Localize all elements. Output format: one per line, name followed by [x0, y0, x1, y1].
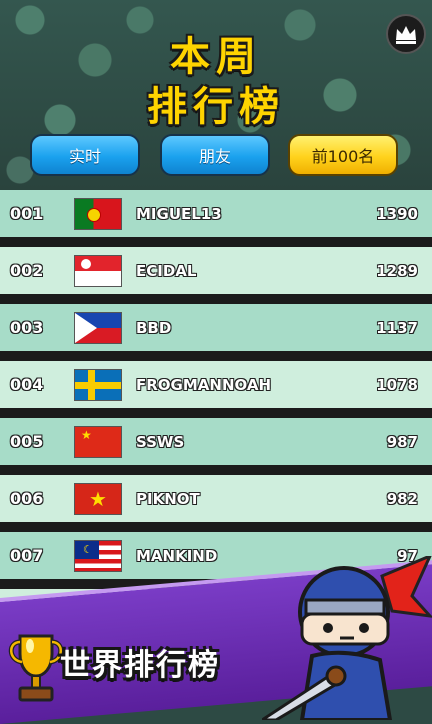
flag-vietnam-icon: ★: [74, 482, 122, 515]
player-score: 982: [386, 489, 418, 508]
player-name: SSWS: [136, 432, 185, 451]
player-name: FROGMANNOAH: [136, 375, 272, 394]
player-name: PIKNOT: [136, 489, 200, 508]
rank-number: 003: [10, 318, 44, 337]
player-score: 1078: [376, 375, 418, 394]
crown-button[interactable]: [386, 14, 426, 54]
player-score: 1137: [376, 318, 418, 337]
tab-realtime-label: 实时: [68, 147, 101, 166]
tab-top100-label: 前100名: [311, 147, 375, 166]
flag-portugal-icon: [74, 197, 122, 230]
leaderboard-row[interactable]: 005 ★ SSWS 987: [0, 418, 432, 470]
tab-realtime[interactable]: 实时: [30, 134, 140, 176]
player-score: 1390: [376, 204, 418, 223]
player-name: MIGUEL13: [136, 204, 222, 223]
banner-title: 世界排行榜: [60, 648, 220, 683]
tab-friends-label: 朋友: [198, 147, 231, 166]
rank-number: 004: [10, 375, 44, 394]
rank-number: 006: [10, 489, 44, 508]
crown-icon: [396, 26, 416, 44]
leaderboard-row[interactable]: 004 FROGMANNOAH 1078: [0, 361, 432, 413]
player-score: 1289: [376, 261, 418, 280]
rank-number: 007: [10, 546, 44, 565]
leaderboard-row[interactable]: 006 ★ PIKNOT 982: [0, 475, 432, 527]
header-background: 本周 排行榜 实时 朋友 前100名: [0, 0, 432, 190]
player-name: BBD: [136, 318, 172, 337]
page-title-line2: 排行榜: [147, 84, 285, 130]
tab-top100[interactable]: 前100名: [288, 134, 398, 176]
ninja-mascot-icon: [262, 556, 432, 720]
trophy-icon: [8, 634, 64, 702]
leaderboard-row[interactable]: 003 BBD 1137: [0, 304, 432, 356]
player-name: ECIDAL: [136, 261, 197, 280]
rank-number: 002: [10, 261, 44, 280]
flag-philippines-icon: [74, 311, 122, 344]
rank-number: 001: [10, 204, 44, 223]
flag-sweden-icon: [74, 368, 122, 401]
leaderboard-row[interactable]: 002 ECIDAL 1289: [0, 247, 432, 299]
flag-singapore-icon: [74, 254, 122, 287]
tab-friends[interactable]: 朋友: [160, 134, 270, 176]
flag-malaysia-icon: ☾: [74, 539, 122, 572]
leaderboard-row[interactable]: 001 MIGUEL13 1390: [0, 190, 432, 242]
flag-china-icon: ★: [74, 425, 122, 458]
player-score: 987: [386, 432, 418, 451]
rank-number: 005: [10, 432, 44, 451]
